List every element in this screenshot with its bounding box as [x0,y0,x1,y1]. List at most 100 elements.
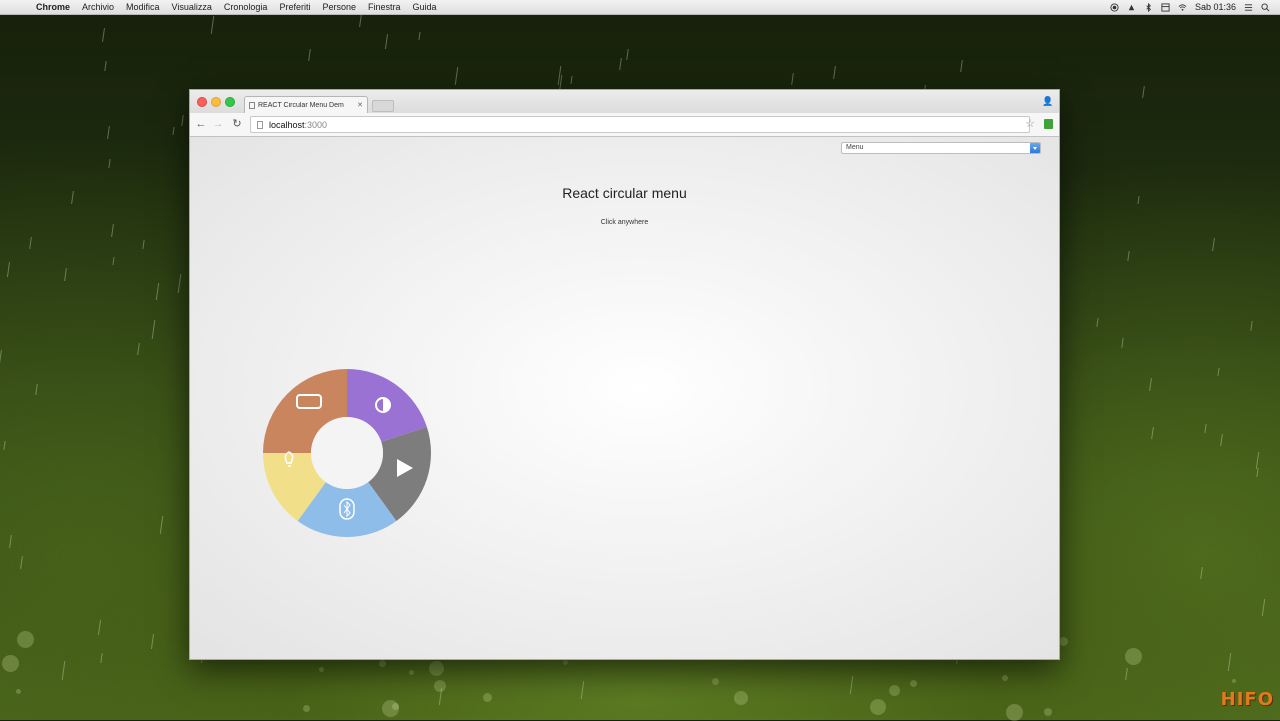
bokeh-light [1006,704,1023,721]
address-host: localhost [269,119,305,130]
raindrop [570,75,573,85]
raindrop [359,13,362,28]
close-window-button[interactable] [197,97,207,107]
raindrop [1217,367,1220,377]
menu-persone[interactable]: Persone [322,2,356,12]
bokeh-light [303,705,310,712]
raindrop [181,114,184,127]
raindrop [210,16,215,34]
menubar-clock[interactable]: Sab 01:36 [1195,2,1236,12]
raindrop [102,27,105,43]
raindrop [557,66,562,85]
page-subtitle: Click anywhere [600,219,649,226]
raindrop [626,48,629,61]
menu-chrome[interactable]: Chrome [36,2,70,12]
circular-menu [263,369,431,537]
page-viewport[interactable]: Menu React circular menu Click anywhere [190,137,1059,659]
raindrop [384,34,389,49]
raindrop [960,59,963,73]
flag-icon[interactable] [1161,2,1170,12]
menu-center[interactable] [311,417,383,489]
record-icon[interactable] [1110,2,1119,12]
browser-tab[interactable]: REACT Circular Menu Dem ✕ [244,96,368,113]
minimize-window-button[interactable] [211,97,221,107]
menu-archivio[interactable]: Archivio [82,2,114,12]
raindrop [833,65,836,80]
new-tab-button[interactable] [372,100,394,112]
bokeh-light [1125,648,1142,665]
extension-icon[interactable] [1044,119,1053,129]
bokeh-light [1232,679,1236,683]
reload-button[interactable]: ↻ [231,118,243,130]
tab-title: REACT Circular Menu Dem [258,101,344,109]
bokeh-light [889,685,900,696]
raindrop [1121,337,1124,349]
raindrop [0,349,2,364]
bokeh-light [1044,708,1052,716]
raindrop [3,440,6,451]
bokeh-light [379,660,386,667]
apple-icon[interactable] [12,2,24,13]
page-favicon-icon [249,101,255,109]
raindrop [1127,250,1130,262]
raindrop [100,652,103,664]
macos-menu-bar: Chrome Archivio Modifica Visualizza Cron… [0,0,1280,15]
address-port: :3000 [304,119,328,130]
bookmark-star-icon[interactable]: ☆ [1025,118,1035,130]
raindrop [1137,195,1140,205]
bokeh-light [483,693,492,702]
raindrop [104,60,107,72]
raindrop [151,320,156,339]
bokeh-light [319,667,324,672]
menu-select-value: Menu [846,144,864,151]
list-icon[interactable] [1244,3,1253,12]
raindrop [418,31,421,41]
raindrop [35,383,38,396]
raindrop [61,661,66,680]
raindrop [1255,452,1260,469]
bokeh-light [712,678,719,685]
menu-finestra[interactable]: Finestra [368,2,401,12]
raindrop [308,48,311,62]
menu-select[interactable]: Menu [841,142,1041,154]
spotlight-search-icon[interactable] [1261,2,1270,12]
menu-visualizza[interactable]: Visualizza [172,2,212,12]
back-button[interactable]: ← [195,118,207,130]
raindrop [1250,320,1253,332]
raindrop [20,555,23,570]
menu-modifica[interactable]: Modifica [126,2,160,12]
raindrop [849,676,854,694]
raindrop [454,67,459,85]
drive-icon[interactable] [1127,3,1136,12]
bokeh-light [2,655,19,672]
tab-close-icon[interactable]: ✕ [357,101,363,109]
bokeh-light [382,700,399,717]
raindrop [71,190,74,205]
maximize-window-button[interactable] [225,97,235,107]
profile-icon[interactable]: 👤 [1042,96,1053,107]
raindrop [580,681,585,699]
bluetooth-status-icon[interactable] [1144,2,1153,12]
bokeh-light [429,661,444,676]
bokeh-light [734,691,748,705]
bokeh-light [16,689,21,694]
raindrop [137,342,140,356]
browser-toolbar: ← → ↻ localhost:3000 ☆ [190,113,1059,137]
bokeh-light [910,680,917,687]
bokeh-light [1059,637,1068,646]
wifi-icon[interactable] [1178,3,1187,12]
raindrop [1125,667,1128,681]
bokeh-light [1002,675,1008,681]
raindrop [1227,653,1232,671]
address-bar[interactable]: localhost:3000 [250,116,1030,133]
menu-cronologia[interactable]: Cronologia [224,2,268,12]
forward-button[interactable]: → [212,118,224,130]
menu-guida[interactable]: Guida [413,2,437,12]
raindrop [1200,566,1203,580]
raindrop [1151,426,1154,440]
menu-preferiti[interactable]: Preferiti [279,2,310,12]
raindrop [107,125,110,140]
raindrop [97,620,102,635]
raindrop [438,688,443,705]
raindrop [1256,467,1259,478]
